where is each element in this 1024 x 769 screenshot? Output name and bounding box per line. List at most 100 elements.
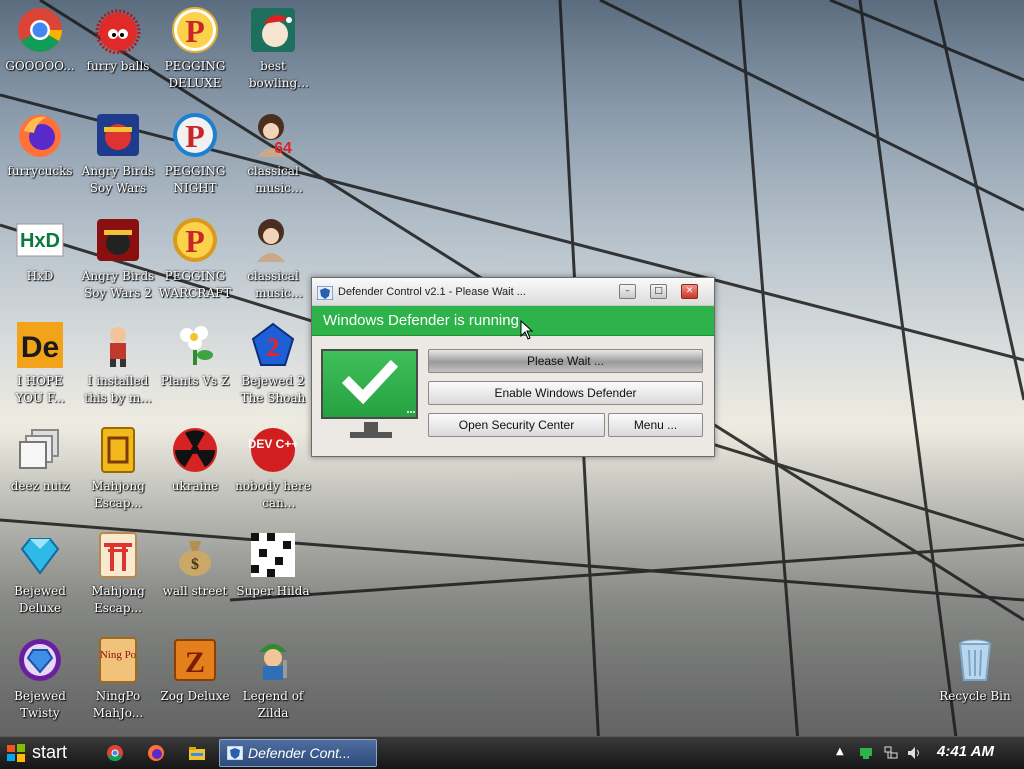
- desktop-icon-label: I installed this by m...: [84, 374, 152, 405]
- desktop-icon-hxd[interactable]: HxD HxD: [0, 210, 80, 314]
- desktop-icon-classical-music-2[interactable]: classical music station: [233, 210, 313, 314]
- desktop-icon-zog-deluxe[interactable]: Z Zog Deluxe: [155, 630, 235, 734]
- desktop-icon-label: classical music station: [247, 269, 299, 300]
- desktop-icon-mahjong-escape-2[interactable]: Mahjong Escap...: [78, 525, 158, 629]
- minimize-button[interactable]: –: [619, 284, 636, 299]
- desktop-icon-bejewed-deluxe[interactable]: Bejewed Deluxe: [0, 525, 80, 629]
- desktop-icon-label: best bowling game of al...: [248, 59, 298, 90]
- desktop-icon-label: Legend of Zilda: [242, 689, 304, 720]
- defender-shield-icon: [317, 286, 333, 300]
- desktop-icon-label: Bejewed 2 The Shoah: [240, 374, 306, 405]
- torii-gate-icon: [94, 531, 142, 579]
- desktop-icon-mahjong-escape-1[interactable]: Mahjong Escap...: [78, 420, 158, 524]
- windows-logo-icon: [7, 744, 25, 762]
- pegging-night-icon: P: [171, 111, 219, 159]
- desktop-icon-chrome[interactable]: GOOOOO...: [0, 0, 80, 104]
- desktop-icon-deez-nutz[interactable]: deez nutz: [0, 420, 80, 524]
- defender-control-window[interactable]: Defender Control v2.1 - Please Wait ... …: [311, 277, 715, 457]
- angry-birds-star-wars-2-icon: [94, 216, 142, 264]
- diamond-gem-icon: [16, 531, 64, 579]
- desktop-icon-angry-birds-soy-wars[interactable]: Angry Birds Soy Wars: [78, 105, 158, 209]
- desktop-icon-label: Bejewed Twisty: [14, 689, 66, 720]
- pegging-art-text: P: [185, 118, 205, 154]
- pegging-art-text: P: [185, 223, 205, 259]
- open-security-center-button[interactable]: Open Security Center: [428, 413, 605, 437]
- show-hidden-icons-arrow[interactable]: ▲: [836, 746, 844, 757]
- desktop-icon-wall-street[interactable]: $ wall street: [155, 525, 235, 629]
- monitor-check-icon: [321, 349, 418, 419]
- desktop-icon-bejewed-2[interactable]: 2 Bejewed 2 The Shoah: [233, 315, 313, 419]
- desktop-icon-label: Bejewed Deluxe: [14, 584, 66, 615]
- desktop-icon-label: Mahjong Escap...: [91, 479, 145, 510]
- start-label: start: [32, 742, 68, 762]
- desktop-icon-label: NingPo MahJo...: [92, 689, 144, 720]
- bejeweled2-art-text: 2: [267, 333, 280, 362]
- desktop-icon-de[interactable]: De I HOPE YOU F...: [0, 315, 80, 419]
- defender-tray-icon[interactable]: [859, 746, 873, 760]
- volume-icon[interactable]: [907, 746, 921, 760]
- desktop-icon-angry-birds-soy-wars-2[interactable]: Angry Birds Soy Wars 2: [78, 210, 158, 314]
- bejeweled-2-icon: 2: [249, 321, 297, 369]
- portrait-icon: [249, 216, 297, 264]
- desktop-icon-firefox[interactable]: furrycucks: [0, 105, 80, 209]
- de-icon: De: [16, 321, 64, 369]
- desktop-icon-label: wall street: [162, 584, 228, 598]
- file-explorer-icon[interactable]: [188, 744, 206, 762]
- desktop-icon-label: Zog Deluxe: [160, 689, 230, 703]
- chrome-icon: [16, 6, 64, 54]
- desktop-icon-label: deez nutz: [10, 479, 70, 493]
- close-button[interactable]: ✕: [681, 284, 698, 299]
- recycle-bin-icon: [951, 636, 999, 684]
- desktop-icon-label: HxD: [26, 269, 54, 283]
- firefox-quicklaunch-icon[interactable]: [147, 744, 165, 762]
- network-icon[interactable]: [884, 746, 898, 760]
- window-titlebar[interactable]: Defender Control v2.1 - Please Wait ... …: [312, 278, 714, 306]
- desktop-icon-classical-music-1[interactable]: 64 classical music stati...: [233, 105, 313, 209]
- desktop-icon-pegging-deluxe[interactable]: P PEGGING DELUXE: [155, 0, 235, 104]
- desktop-icon-ningpo[interactable]: Ning Po NingPo MahJo...: [78, 630, 158, 734]
- taskbar-clock[interactable]: 4:41 AM: [937, 743, 994, 760]
- desktop-icon-installed[interactable]: I installed this by m...: [78, 315, 158, 419]
- taskbar-item-defender-control[interactable]: Defender Cont...: [219, 739, 377, 767]
- start-button[interactable]: start: [0, 737, 88, 769]
- menu-button[interactable]: Menu ...: [608, 413, 703, 437]
- hxd-icon: HxD: [16, 216, 64, 264]
- hero-sprite-icon: [249, 636, 297, 684]
- mahjong-tile-icon: [94, 426, 142, 474]
- monitor-base: [350, 432, 392, 438]
- enable-defender-button[interactable]: Enable Windows Defender: [428, 381, 703, 405]
- desktop-icon-label: PEGGING DELUXE: [164, 59, 226, 90]
- desktop-icon-dev-cpp[interactable]: DEV C++ nobody here can program: [233, 420, 313, 524]
- desktop-icon-best-bowling[interactable]: best bowling game of al...: [233, 0, 313, 104]
- flower-icon: [171, 321, 219, 369]
- desktop-icon-label: Angry Birds Soy Wars: [81, 164, 155, 195]
- maximize-button[interactable]: □: [650, 284, 667, 299]
- desktop-icon-recycle-bin[interactable]: Recycle Bin: [935, 630, 1015, 734]
- character-sprite-icon: [94, 321, 142, 369]
- desktop-icon-label: PEGGING WARCRAFT: [158, 269, 232, 300]
- desktop-icon-ukraine[interactable]: ukraine: [155, 420, 235, 524]
- desktop-icon-super-hilda[interactable]: Super Hilda: [233, 525, 313, 629]
- desktop-icon-label: furry balls: [86, 59, 150, 73]
- desktop-icon-label: I HOPE YOU F...: [15, 374, 65, 405]
- twist-gem-icon: [16, 636, 64, 684]
- mouse-cursor-icon: [520, 320, 534, 340]
- please-wait-button[interactable]: Please Wait ...: [428, 349, 703, 373]
- dev-cpp-art-text: DEV C++: [249, 437, 297, 451]
- ningpo-tile-icon: Ning Po: [94, 636, 142, 684]
- desktop-icon-label: classical music stati...: [247, 164, 299, 195]
- defender-status-banner: Windows Defender is running: [312, 306, 714, 336]
- desktop-icon-furry-balls[interactable]: furry balls: [78, 0, 158, 104]
- desktop-icon-plants-vs-z[interactable]: Plants Vs Z: [155, 315, 235, 419]
- desktop-icon-label: Super Hilda: [236, 584, 310, 598]
- portrait-number-text: 64: [274, 140, 292, 157]
- defender-shield-icon: [227, 746, 243, 760]
- desktop-icon-label: nobody here can program: [235, 479, 311, 510]
- desktop-icon-bejewed-twisty[interactable]: Bejewed Twisty: [0, 630, 80, 734]
- desktop-icon-pegging-night[interactable]: P PEGGING NIGHT: [155, 105, 235, 209]
- chrome-quicklaunch-icon[interactable]: [106, 744, 124, 762]
- stacked-windows-icon: [16, 426, 64, 474]
- desktop-icon-legend-of-zilda[interactable]: Legend of Zilda: [233, 630, 313, 734]
- desktop-icon-pegging-warcraft[interactable]: P PEGGING WARCRAFT: [155, 210, 235, 314]
- desktop-icon-label: Plants Vs Z: [160, 374, 230, 388]
